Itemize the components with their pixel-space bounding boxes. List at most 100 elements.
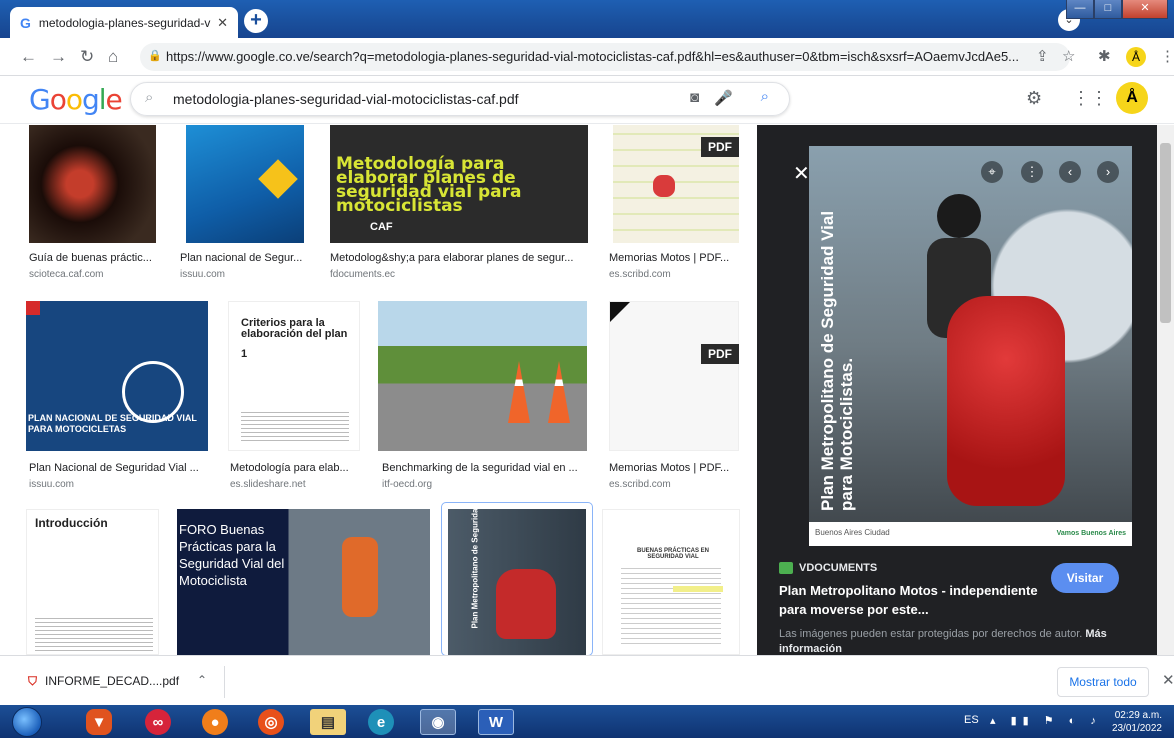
traffic-cone-shape xyxy=(508,361,530,423)
result-card[interactable]: PLAN NACIONAL DE SEGURIDAD VIAL PARA MOT… xyxy=(26,301,211,491)
preview-prev-icon[interactable]: ‹ xyxy=(1059,161,1081,183)
result-thumbnail[interactable]: BUENAS PRÁCTICAS EN SEGURIDAD VIAL xyxy=(602,509,740,655)
address-bar: ← → ↻ ⌂ https://www.google.co.ve/search?… xyxy=(0,38,1174,76)
thumb-number: 1 xyxy=(241,348,248,360)
scrollbar-thumb[interactable] xyxy=(1160,143,1171,323)
result-thumbnail[interactable]: Metodología para elaborar planes de segu… xyxy=(330,125,588,243)
thumb-figure xyxy=(653,175,675,197)
account-avatar[interactable]: Å xyxy=(1116,82,1148,114)
start-button[interactable] xyxy=(12,707,42,737)
result-caption[interactable]: Memorias Motos | PDF... xyxy=(609,252,739,264)
pdf-badge: PDF xyxy=(701,344,739,364)
edge-icon[interactable]: e xyxy=(368,709,394,735)
result-thumbnail[interactable]: Criterios para la elaboración del plan 1 xyxy=(228,301,360,451)
download-item[interactable]: ⛉ INFORME_DECAD....pdf xyxy=(28,674,179,689)
result-caption[interactable]: Memorias Motos | PDF... xyxy=(609,462,739,474)
pdf-badge: PDF xyxy=(701,137,739,157)
flag-shape xyxy=(26,301,40,315)
result-caption[interactable]: Metodología para elab... xyxy=(230,462,360,474)
download-bar: ⛉ INFORME_DECAD....pdf ⌃ Mostrar todo ✕ xyxy=(0,655,1174,705)
system-tray-icons[interactable]: ▴ ▮▮ ⚑ ◐ ♪ xyxy=(990,714,1102,727)
lock-icon[interactable]: 🔒 xyxy=(148,49,162,62)
windows-taskbar: ▼ ∞ ● ◎ ▤ e ◉ W ES ▴ ▮▮ ⚑ ◐ ♪ 02:29 a.m.… xyxy=(0,705,1174,738)
preview-next-icon[interactable]: › xyxy=(1097,161,1119,183)
lens-search-icon[interactable]: ⌖ xyxy=(981,161,1003,183)
thumb-title: Metodología para elaborar planes de segu… xyxy=(336,154,522,216)
preview-close-icon[interactable]: ✕ xyxy=(793,161,810,186)
result-thumbnail[interactable]: FORO Buenas Prácticas para la Seguridad … xyxy=(177,509,430,655)
clock[interactable]: 02:29 a.m. 23/01/2022 xyxy=(1112,709,1162,735)
settings-gear-icon[interactable]: ⚙ xyxy=(1026,88,1042,109)
result-caption[interactable]: Benchmarking de la seguridad vial en ... xyxy=(382,462,587,474)
preview-image[interactable]: Plan Metropolitano de Seguridad Vial par… xyxy=(809,146,1132,546)
google-logo[interactable]: Google xyxy=(29,83,123,116)
result-thumbnail[interactable]: PLAN NACIONAL DE SEGURIDAD VIAL PARA MOT… xyxy=(26,301,208,451)
result-thumbnail[interactable] xyxy=(609,301,739,451)
maximize-button[interactable]: □ xyxy=(1094,0,1122,19)
result-caption[interactable]: Plan nacional de Segur... xyxy=(180,252,310,264)
result-caption[interactable]: Metodolog&shy;a para elaborar planes de … xyxy=(330,252,588,264)
page-scrollbar[interactable] xyxy=(1157,125,1174,655)
brave-icon[interactable]: ▼ xyxy=(86,709,112,735)
logo-letter: l xyxy=(98,83,107,116)
browser-tab[interactable]: G metodologia-planes-seguridad-v ✕ xyxy=(10,7,238,38)
app-icon[interactable]: ∞ xyxy=(145,709,171,735)
result-caption[interactable]: Guía de buenas práctic... xyxy=(29,252,159,264)
result-card[interactable]: Guía de buenas práctic... scioteca.caf.c… xyxy=(29,125,159,285)
app-icon[interactable]: ◎ xyxy=(258,709,284,735)
thumb-title: Introducción xyxy=(35,516,108,530)
firefox-icon[interactable]: ● xyxy=(202,709,228,735)
result-thumbnail[interactable]: Introducción xyxy=(26,509,159,655)
result-source: fdocuments.ec xyxy=(330,269,396,280)
search-box[interactable]: ⌕ metodologia-planes-seguridad-vial-moto… xyxy=(130,82,790,116)
extensions-icon[interactable]: ✱ xyxy=(1098,47,1111,65)
microphone-icon[interactable]: 🎤 xyxy=(714,89,733,107)
visit-button[interactable]: Visitar xyxy=(1051,563,1119,593)
menu-kebab-icon[interactable]: ⋮ xyxy=(1160,47,1174,65)
result-card[interactable]: Benchmarking de la seguridad vial en ...… xyxy=(378,301,590,491)
show-all-button[interactable]: Mostrar todo xyxy=(1057,667,1149,697)
apps-grid-icon[interactable]: ⋮⋮ xyxy=(1072,88,1108,109)
result-thumbnail[interactable] xyxy=(186,125,304,243)
result-card[interactable]: Criterios para la elaboración del plan 1… xyxy=(228,301,363,491)
profile-avatar-icon[interactable]: Å xyxy=(1126,47,1146,67)
result-card[interactable]: Introducción xyxy=(26,509,161,655)
word-icon[interactable]: W xyxy=(478,709,514,735)
chrome-icon[interactable]: ◉ xyxy=(420,709,456,735)
result-card[interactable]: BUENAS PRÁCTICAS EN SEGURIDAD VIAL xyxy=(602,509,742,655)
search-input[interactable]: metodologia-planes-seguridad-vial-motoci… xyxy=(173,91,519,107)
result-thumbnail[interactable] xyxy=(378,301,587,451)
download-bar-close-icon[interactable]: ✕ xyxy=(1162,671,1174,689)
preview-title[interactable]: Plan Metropolitano Motos - independiente… xyxy=(779,581,1049,619)
result-thumbnail[interactable]: Plan Metropolitano de Seguridad Vial par… xyxy=(448,509,586,655)
home-icon[interactable]: ⌂ xyxy=(108,47,118,67)
preview-more-icon[interactable]: ⋮ xyxy=(1021,161,1043,183)
forward-icon[interactable]: → xyxy=(50,47,67,67)
result-card[interactable]: PDF Memorias Motos | PDF... es.scribd.co… xyxy=(609,301,744,491)
result-card[interactable]: Plan nacional de Segur... issuu.com xyxy=(180,125,315,285)
back-icon[interactable]: ← xyxy=(20,47,37,67)
chevron-up-icon[interactable]: ⌃ xyxy=(197,673,207,687)
preview-source[interactable]: VDOCUMENTS xyxy=(779,562,877,575)
result-card[interactable]: Metodología para elaborar planes de segu… xyxy=(330,125,590,285)
minimize-button[interactable]: — xyxy=(1066,0,1094,19)
tab-close-icon[interactable]: ✕ xyxy=(217,15,228,31)
share-icon[interactable]: ⇪ xyxy=(1036,47,1049,65)
bookmark-star-icon[interactable]: ☆ xyxy=(1062,47,1075,65)
divider xyxy=(224,666,225,698)
new-tab-button[interactable]: + xyxy=(244,9,268,33)
url-field[interactable]: https://www.google.co.ve/search?q=metodo… xyxy=(140,43,1070,71)
result-card[interactable]: FORO Buenas Prácticas para la Seguridad … xyxy=(177,509,431,655)
file-explorer-icon[interactable]: ▤ xyxy=(310,709,346,735)
search-submit-icon[interactable]: ⌕ xyxy=(761,88,769,105)
camera-icon[interactable]: ◙ xyxy=(690,89,699,106)
reload-icon[interactable]: ↻ xyxy=(80,47,94,67)
result-card-selected[interactable]: Plan Metropolitano de Seguridad Vial par… xyxy=(441,502,593,655)
window-close-button[interactable]: ✕ xyxy=(1122,0,1168,19)
result-caption[interactable]: Plan Nacional de Seguridad Vial ... xyxy=(29,462,209,474)
preview-image-footer: Buenos Aires Ciudad Vamos Buenos Aires xyxy=(809,522,1132,546)
result-thumbnail[interactable] xyxy=(29,125,156,243)
image-results-grid: Guía de buenas práctic... scioteca.caf.c… xyxy=(0,125,757,655)
result-card[interactable]: PDF Memorias Motos | PDF... es.scribd.co… xyxy=(609,125,744,285)
language-indicator[interactable]: ES xyxy=(964,714,979,726)
